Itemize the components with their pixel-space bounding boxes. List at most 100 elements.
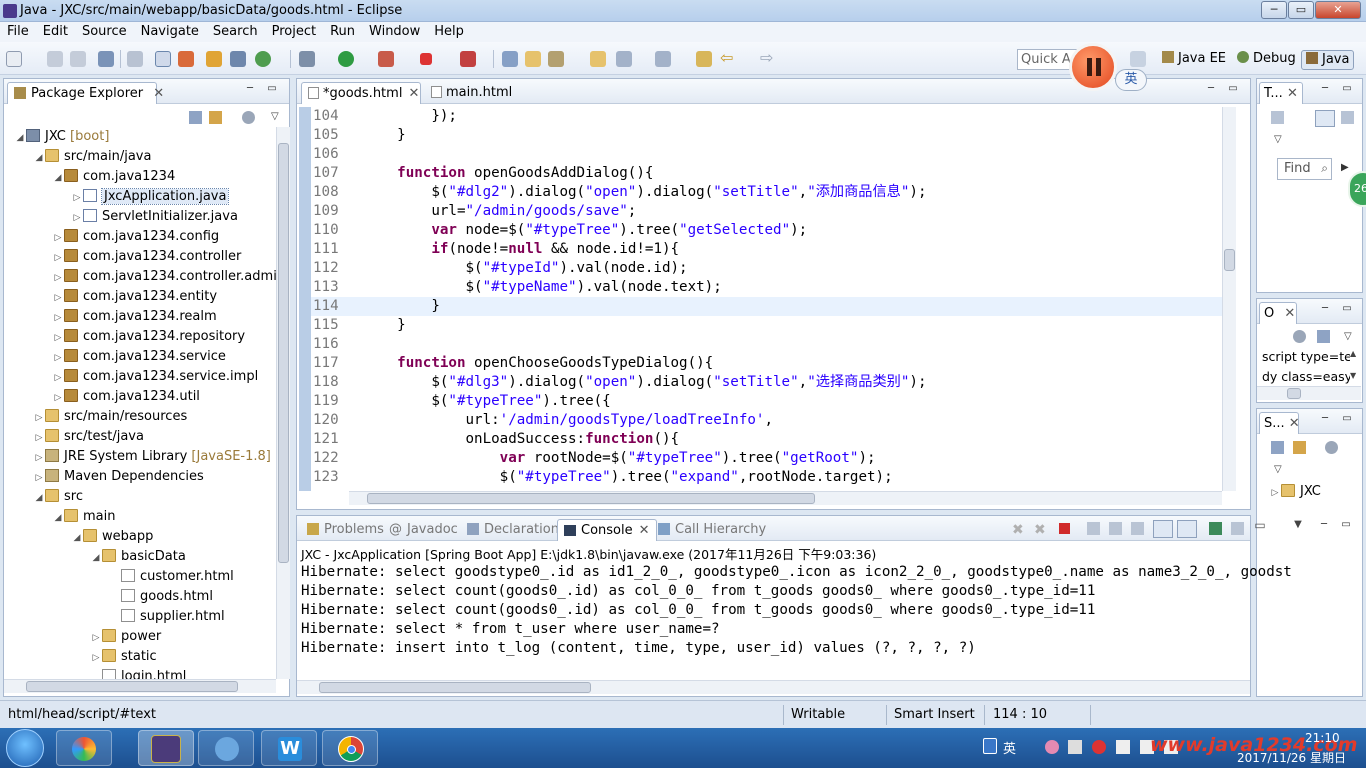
print-icon[interactable] <box>98 51 114 67</box>
expand-icon[interactable]: ▷ <box>52 308 64 328</box>
collapse-icon[interactable]: ◢ <box>33 148 45 168</box>
tree-item[interactable]: ▷ com.java1234.config <box>52 227 219 247</box>
tree-item[interactable]: ◢ basicData <box>90 547 186 567</box>
code-line[interactable]: 105 } <box>311 126 1223 145</box>
code-line[interactable]: 111 if(node!=null && node.id!=1){ <box>311 240 1223 259</box>
hscroll-thumb[interactable] <box>26 681 238 692</box>
save-icon[interactable] <box>47 51 63 67</box>
minimize-view-icon[interactable]: ─ <box>244 84 256 95</box>
categorize-icon[interactable] <box>1315 110 1335 127</box>
editor-vscroll[interactable] <box>1222 107 1236 491</box>
tree-item[interactable]: ▷ JRE System Library [JavaSE-1.8] <box>33 447 271 467</box>
tab-call-hierarchy[interactable]: Call Hierarchy <box>652 519 772 541</box>
expand-icon[interactable]: ▷ <box>71 188 83 208</box>
close-icon[interactable]: ✕ <box>639 523 650 538</box>
taskbar-app-dolphin[interactable] <box>198 730 254 766</box>
clear-console-icon[interactable] <box>1087 522 1100 535</box>
chevron-down-icon[interactable]: ▽ <box>1344 331 1352 342</box>
tray-app-icon[interactable] <box>1045 740 1059 754</box>
code-line[interactable]: 110 var node=$("#typeTree").tree("getSel… <box>311 221 1223 240</box>
tree-item[interactable]: ▷ JxcApplication.java <box>71 187 230 208</box>
code-line[interactable]: 108 $("#dlg2").dialog("open").dialog("se… <box>311 183 1223 202</box>
collapse-icon[interactable]: ◢ <box>14 128 26 148</box>
tree-item[interactable]: customer.html <box>109 567 234 587</box>
minimize-editor-icon[interactable]: ─ <box>1205 84 1217 95</box>
code-line[interactable]: 118 $("#dlg3").dialog("open").dialog("se… <box>311 373 1223 392</box>
task-find-input[interactable]: Find ⌕ <box>1277 158 1332 180</box>
notification-badge[interactable]: 26 <box>1348 171 1366 207</box>
console-hscroll[interactable] <box>297 680 1250 694</box>
menu-search[interactable]: Search <box>206 22 265 41</box>
expand-icon[interactable]: ▷ <box>33 468 45 488</box>
recorder-pause-overlay[interactable] <box>1069 43 1117 91</box>
menu-source[interactable]: Source <box>75 22 134 41</box>
tab-outline[interactable]: O ✕ <box>1259 302 1297 324</box>
open-perspective-icon[interactable] <box>1130 51 1146 67</box>
expand-icon[interactable]: ▷ <box>33 408 45 428</box>
close-icon[interactable]: ✕ <box>1284 306 1295 321</box>
console-output[interactable]: Hibernate: select goodstype0_.id as id1_… <box>297 563 1337 681</box>
close-icon[interactable]: ✕ <box>153 86 164 101</box>
chevron-down-icon[interactable]: ▽ <box>1274 464 1282 475</box>
menu-project[interactable]: Project <box>265 22 323 41</box>
taskbar-app-eclipse[interactable] <box>138 730 194 766</box>
code-line[interactable]: 104 }); <box>311 107 1223 126</box>
collapse-all-icon[interactable] <box>1317 330 1330 343</box>
code-line[interactable]: 117 function openChooseGoodsTypeDialog()… <box>311 354 1223 373</box>
ime-indicator[interactable]: 英 <box>1115 69 1147 91</box>
link-icon[interactable] <box>1293 441 1306 454</box>
open-console-icon[interactable]: ▭ <box>1254 519 1266 531</box>
expand-icon[interactable]: ▷ <box>52 288 64 308</box>
tree-item[interactable]: ◢ com.java1234 <box>52 167 175 187</box>
tray-language[interactable]: 英 <box>1003 738 1016 757</box>
code-line[interactable]: 119 $("#typeTree").tree({ <box>311 392 1223 411</box>
tree-item[interactable]: goods.html <box>109 587 213 607</box>
scroll-thumb[interactable] <box>278 143 289 563</box>
expand-icon[interactable]: ▷ <box>52 328 64 348</box>
menu-window[interactable]: Window <box>362 22 427 41</box>
terminate-icon[interactable] <box>1059 523 1070 534</box>
close-icon[interactable]: ✕ <box>1289 416 1300 431</box>
chevron-down-icon[interactable]: ▽ <box>1274 134 1282 145</box>
refresh-icon[interactable] <box>255 51 271 67</box>
menu-navigate[interactable]: Navigate <box>134 22 206 41</box>
hide-fields-icon[interactable] <box>1293 330 1306 343</box>
tab-goods-html[interactable]: *goods.html ✕ <box>301 82 421 104</box>
tree-item[interactable]: ▷ com.java1234.controller <box>52 247 241 267</box>
tree-item[interactable]: ◢ JXC [boot] <box>14 127 109 147</box>
tree-item[interactable]: ▷ src/main/resources <box>33 407 187 427</box>
collapse-icon[interactable]: ◢ <box>52 168 64 188</box>
collapse-icon[interactable]: ◢ <box>52 508 64 528</box>
pin-console-icon[interactable] <box>1209 522 1222 535</box>
code-line[interactable]: 114 } <box>311 297 1223 316</box>
code-line[interactable]: 122 var rootNode=$("#typeTree").tree("ge… <box>311 449 1223 468</box>
tree-item[interactable]: ▷ static <box>90 647 157 667</box>
code-line[interactable]: 109 url="/admin/goods/save"; <box>311 202 1223 221</box>
expand-icon[interactable]: ▷ <box>71 208 83 228</box>
perspective-debug[interactable]: Debug <box>1233 50 1300 70</box>
expand-icon[interactable]: ▷ <box>52 388 64 408</box>
debug-icon[interactable] <box>299 51 315 67</box>
tree-item[interactable]: ▷ com.java1234.service <box>52 347 226 367</box>
expand-icon[interactable]: ▷ <box>52 228 64 248</box>
tray-date[interactable]: 2017/11/26 星期日 <box>1237 749 1346 766</box>
collapse-icon[interactable]: ◢ <box>33 488 45 508</box>
show-on-stderr-icon[interactable] <box>1177 520 1197 538</box>
tree-item[interactable]: ▷ com.java1234.util <box>52 387 200 407</box>
tree-item[interactable]: ▷ Maven Dependencies <box>33 467 204 487</box>
collapse-all-icon[interactable] <box>189 111 202 124</box>
tree-item[interactable]: ▷ com.java1234.realm <box>52 307 217 327</box>
tray-network-icon[interactable] <box>1068 740 1082 754</box>
minimize-view-icon[interactable]: ─ <box>1319 304 1331 315</box>
outline-hscroll[interactable] <box>1257 386 1361 400</box>
minimize-view-icon[interactable]: ─ <box>1319 414 1331 425</box>
tree-item[interactable]: ◢ src <box>33 487 83 507</box>
package-explorer-hscroll[interactable] <box>4 679 276 693</box>
perspective-java[interactable]: Java <box>1301 50 1355 70</box>
next-annotation-icon[interactable] <box>616 51 632 67</box>
tree-item[interactable]: ▷ power <box>90 627 161 647</box>
web-browser-icon[interactable] <box>178 51 194 67</box>
link-with-editor-icon[interactable] <box>209 111 222 124</box>
editor-hscroll-thumb[interactable] <box>367 493 815 504</box>
chevron-right-icon[interactable]: ▶ <box>1341 162 1349 173</box>
